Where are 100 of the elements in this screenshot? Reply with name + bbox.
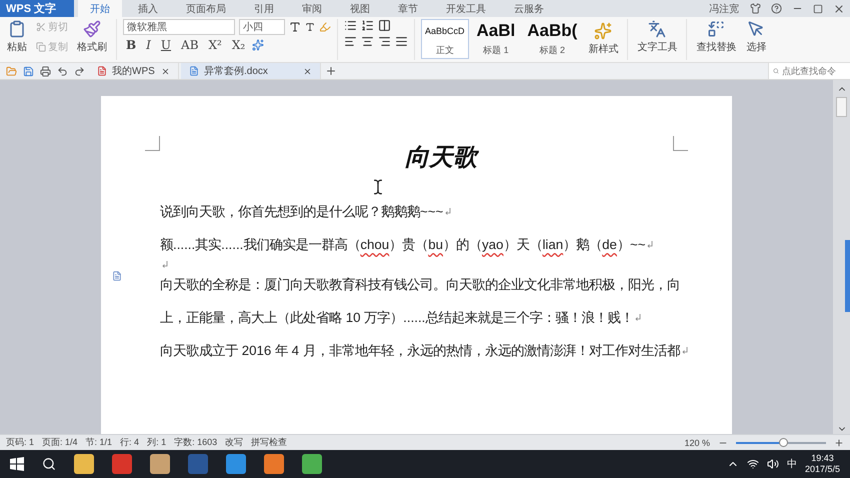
format-button[interactable]: X₂: [228, 38, 248, 52]
folder-icon: [6, 66, 17, 76]
text-tools-button[interactable]: 文字工具: [634, 19, 680, 55]
align-left-icon: [344, 35, 357, 48]
paragraph-mark-icon: [445, 208, 452, 215]
menu-tab[interactable]: 页面布局: [174, 0, 238, 17]
status-item: 页码: 1: [6, 436, 34, 449]
clock[interactable]: 19:43 2017/5/5: [804, 453, 840, 475]
spell-check-toggle[interactable]: 拼写检查: [251, 436, 288, 449]
save-icon: [23, 66, 34, 76]
menu-tab[interactable]: 引用: [242, 0, 286, 17]
app-icon[interactable]: [112, 454, 132, 474]
scrollbar-thumb[interactable]: [836, 97, 847, 117]
status-item: 行: 4: [120, 436, 140, 449]
zoom-value: 120 %: [684, 438, 710, 448]
undo-icon: [57, 66, 68, 76]
menu-tab[interactable]: 插入: [126, 0, 170, 17]
highlight-icon: [319, 21, 331, 33]
paragraph-line: 说到向天歌，你首先想到的是什么呢？鹅鹅鹅~~~: [160, 195, 692, 228]
font-family-field[interactable]: 微软雅黑: [123, 19, 235, 35]
user-name[interactable]: 冯注宽: [709, 2, 739, 16]
format-button[interactable]: B: [123, 38, 140, 52]
add-tab-icon: [325, 65, 337, 77]
search-icon: [42, 457, 56, 471]
paragraph-mark-icon: [647, 241, 654, 248]
status-item: 列: 1: [147, 436, 166, 449]
paragraph-mark-icon: [682, 347, 688, 354]
app-icon[interactable]: [150, 454, 170, 474]
style-card[interactable]: AaBl 标题 1: [472, 19, 520, 59]
zoom-in-icon: [834, 438, 844, 448]
status-item: 节: 1/1: [86, 436, 112, 449]
menu-tab[interactable]: 开发工具: [434, 0, 498, 17]
bullet-list-icon: [344, 19, 357, 32]
select-button[interactable]: 选择: [743, 19, 770, 55]
print-icon: [40, 66, 51, 76]
style-card[interactable]: AaBbCcD 正文: [421, 19, 469, 59]
overtype-toggle[interactable]: 改写: [225, 436, 244, 449]
paragraph-mark-icon: [635, 314, 642, 321]
font-grow-icon: [289, 21, 301, 33]
menu-tab[interactable]: 章节: [386, 0, 430, 17]
paintbrush-icon: [83, 20, 101, 38]
menu-tab[interactable]: 审阅: [290, 0, 334, 17]
font-size-field[interactable]: 小四: [239, 19, 285, 35]
search-icon: [773, 66, 779, 76]
align-center-icon: [361, 35, 374, 48]
format-button[interactable]: X²: [206, 38, 225, 52]
paragraph-line: 上，正能量，高大上（此处省略 10 万字）......总结起来就是三个字：骚！浪！贱！: [160, 301, 692, 334]
document-icon: [97, 66, 107, 76]
document-icon: [112, 271, 122, 281]
menu-tab[interactable]: 开始: [78, 0, 122, 17]
crop-mark: [145, 136, 160, 151]
app-menu-button[interactable]: WPS 文字: [0, 0, 74, 17]
numbered-list-icon: [361, 19, 374, 32]
translate-icon: [648, 20, 666, 38]
text-effect-icon: [252, 39, 264, 51]
menu-tab[interactable]: 云服务: [502, 0, 556, 17]
app-icon[interactable]: [302, 454, 322, 474]
document-tab[interactable]: 异常套例.docx: [181, 63, 321, 79]
clipboard-icon: [8, 20, 26, 38]
align-justify-icon: [395, 35, 408, 48]
document-tab[interactable]: 我的WPS: [89, 63, 179, 79]
columns-icon: [378, 19, 391, 32]
document-title: 向天歌: [405, 141, 477, 173]
volume-icon: [766, 458, 779, 470]
input-method[interactable]: 中: [786, 457, 797, 471]
format-button[interactable]: AB: [178, 38, 202, 52]
close-icon: [303, 66, 312, 76]
align-right-icon: [378, 35, 391, 48]
paste-button[interactable]: 粘贴: [4, 19, 30, 55]
crop-mark: [673, 136, 688, 151]
font-shrink-icon: [305, 22, 315, 32]
side-panel-tab[interactable]: [845, 240, 850, 312]
pointer-icon: [747, 20, 766, 38]
paragraph-line: 额......其实......我们确实是一群高（chou）贵（bu）的（yao）天（lian）鹅（de）~~: [160, 228, 692, 261]
style-card[interactable]: AaBb( 标题 2: [523, 19, 582, 59]
vertical-scrollbar[interactable]: [833, 80, 850, 434]
skin-icon: [750, 3, 761, 14]
command-search-field[interactable]: 点此查找命令: [768, 63, 850, 79]
format-button[interactable]: U: [158, 38, 174, 52]
redo-icon: [74, 66, 85, 76]
replace-icon: [707, 20, 726, 38]
restore-icon: [813, 4, 823, 14]
find-replace-button[interactable]: 查找替换: [693, 19, 740, 55]
scissors-icon: [36, 22, 46, 32]
windows-logo-icon[interactable]: [10, 457, 24, 471]
sparkle-icon: [594, 22, 612, 40]
format-painter-button[interactable]: 格式刷: [74, 19, 110, 55]
copy-icon: [36, 42, 46, 52]
new-style-button[interactable]: 新样式: [585, 21, 622, 57]
close-icon: [833, 2, 845, 14]
help-icon: [771, 3, 782, 14]
status-item: 字数: 1603: [174, 436, 218, 449]
document-icon: [189, 66, 199, 76]
paragraph-line: 向天歌的全称是：厦门向天歌教育科技有钱公司。向天歌的企业文化非常地积极，阳光，向: [160, 276, 681, 294]
paragraph-mark-icon: [162, 261, 168, 268]
format-button[interactable]: I: [143, 38, 154, 52]
close-icon: [161, 66, 170, 76]
menu-tab[interactable]: 视图: [338, 0, 382, 17]
status-item: 页面: 1/4: [42, 436, 78, 449]
paragraph-line: 向天歌成立于 2016 年 4 月，非常地年轻，永远的热情，永远的激情澎湃！对工作对生活都: [160, 334, 692, 367]
